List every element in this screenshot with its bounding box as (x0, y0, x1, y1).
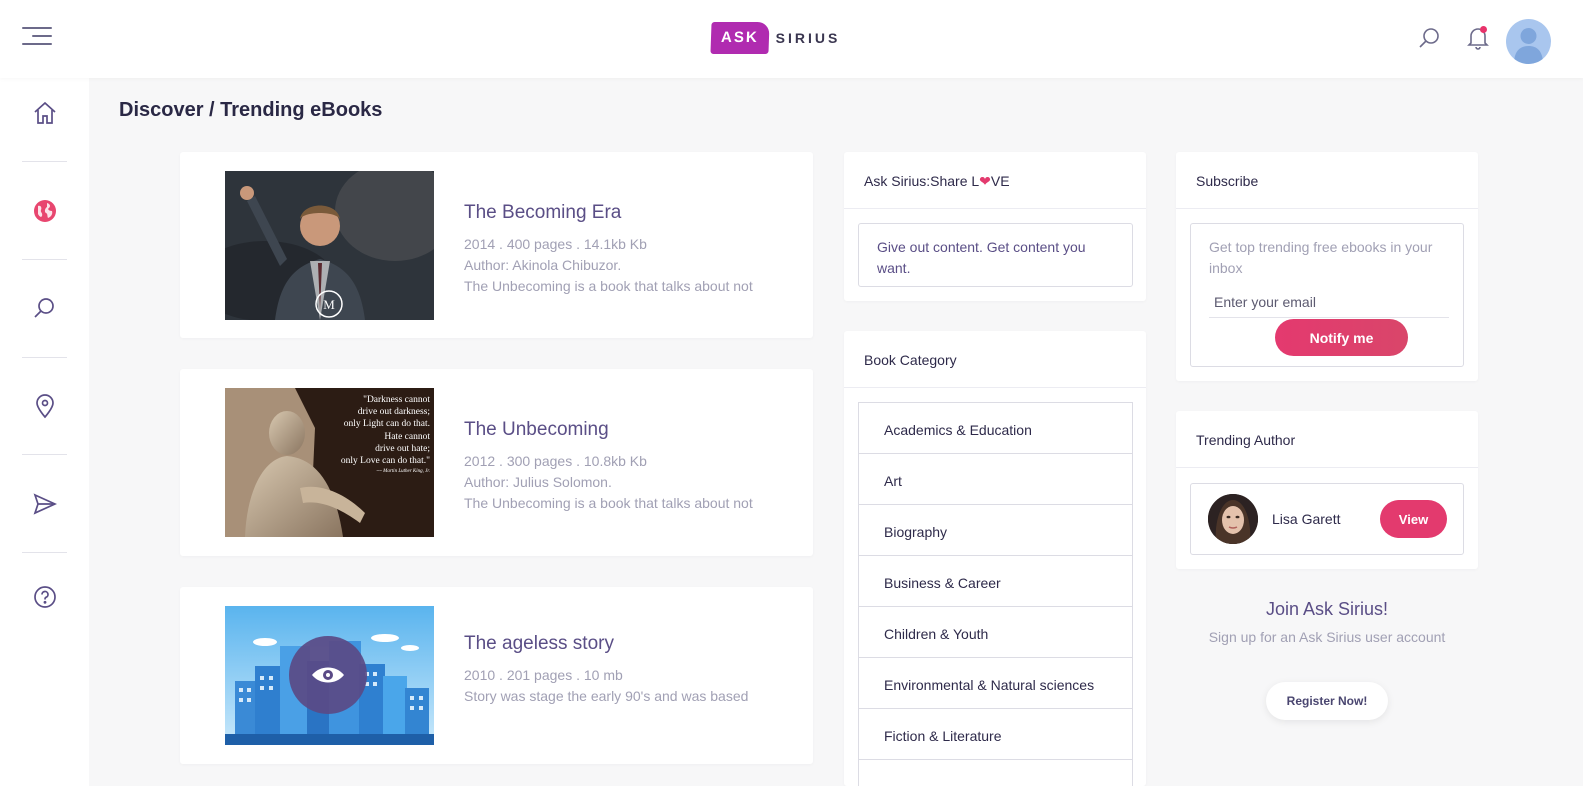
book-category-panel: Book Category Academics & Education Art … (844, 331, 1146, 786)
svg-text:M: M (323, 297, 335, 312)
notification-badge (1480, 26, 1487, 33)
top-header: ASK SIRIUS (0, 0, 1583, 78)
book-meta: 2014 . 400 pages . 14.1kb Kb (464, 236, 647, 252)
page-title: Discover / Trending eBooks (119, 99, 383, 121)
sidebar-item-location[interactable] (22, 371, 67, 441)
user-avatar[interactable] (1506, 19, 1551, 64)
book-info: The Unbecoming 2012 . 300 pages . 10.8kb… (464, 419, 753, 514)
sidebar-divider (22, 552, 67, 553)
author-row: Lisa Garett View (1190, 483, 1464, 555)
sidebar-divider (22, 357, 67, 358)
panel-title-suffix: VE (990, 173, 1010, 189)
panel-header: Ask Sirius:Share L❤VE (844, 152, 1146, 209)
book-card[interactable]: "Darkness cannot drive out darkness; onl… (180, 369, 813, 556)
send-icon (33, 493, 57, 515)
category-item[interactable]: Fiction & Literature (859, 709, 1132, 760)
book-meta: 2010 . 201 pages . 10 mb (464, 667, 623, 683)
home-icon (33, 101, 56, 124)
category-item[interactable]: Art (859, 454, 1132, 505)
sidebar-divider (22, 161, 67, 162)
book-author: Author: Julius Solomon. (464, 474, 612, 490)
sidebar-divider (22, 259, 67, 260)
book-info: The Becoming Era 2014 . 400 pages . 14.1… (464, 202, 753, 297)
search-icon (33, 298, 54, 318)
book-meta: 2012 . 300 pages . 10.8kb Kb (464, 453, 647, 469)
book-description: The Unbecoming is a book that talks abou… (464, 278, 753, 294)
book-description: The Unbecoming is a book that talks abou… (464, 495, 753, 511)
menu-icon[interactable] (22, 24, 52, 48)
category-item[interactable]: Academics & Education (859, 403, 1132, 454)
subscribe-description: Get top trending free ebooks in your inb… (1209, 239, 1433, 276)
join-subtitle: Sign up for an Ask Sirius user account (1208, 629, 1446, 645)
subscribe-box: Get top trending free ebooks in your inb… (1190, 223, 1464, 367)
search-icon[interactable] (1418, 26, 1442, 50)
category-item[interactable]: Biography (859, 505, 1132, 556)
panel-title: Ask Sirius:Share L (864, 173, 980, 189)
sidebar (0, 78, 89, 786)
book-cover-image[interactable] (225, 606, 434, 755)
share-message: Give out content. Get content you want. (858, 223, 1133, 287)
notification-bell-icon[interactable] (1466, 25, 1490, 51)
category-list: Academics & Education Art Biography Busi… (858, 402, 1133, 786)
join-title: Join Ask Sirius! (1265, 599, 1389, 619)
quote-text: "Darkness cannot drive out darkness; onl… (340, 395, 430, 475)
book-author: Author: Akinola Chibuzor. (464, 257, 622, 273)
panel-title: Book Category (864, 352, 957, 368)
category-item[interactable]: Business & Career (859, 556, 1132, 607)
sidebar-item-send[interactable] (22, 469, 67, 539)
email-input[interactable] (1209, 286, 1449, 318)
book-info: The ageless story 2010 . 201 pages . 10 … (464, 633, 748, 707)
heart-icon: ❤ (979, 173, 991, 189)
book-cover-image[interactable]: M (225, 171, 434, 320)
book-card[interactable]: The ageless story 2010 . 201 pages . 10 … (180, 587, 813, 764)
book-title[interactable]: The Unbecoming (464, 419, 753, 441)
notify-me-button[interactable]: Notify me (1275, 319, 1408, 356)
panel-title: Trending Author (1196, 432, 1296, 448)
book-title[interactable]: The Becoming Era (464, 202, 753, 224)
help-icon (33, 586, 56, 608)
category-item[interactable] (859, 760, 1132, 786)
sidebar-divider (22, 454, 67, 455)
author-name[interactable]: Lisa Garett (1272, 511, 1340, 527)
panel-title: Subscribe (1196, 173, 1259, 189)
sidebar-item-discover[interactable] (22, 176, 67, 246)
author-avatar[interactable] (1208, 494, 1258, 544)
category-item[interactable]: Environmental & Natural sciences (859, 658, 1132, 709)
book-cover-image[interactable]: "Darkness cannot drive out darkness; onl… (225, 388, 434, 537)
register-now-button[interactable]: Register Now! (1266, 682, 1388, 720)
panel-header: Trending Author (1176, 411, 1478, 468)
logo[interactable]: ASK SIRIUS (710, 21, 841, 55)
sidebar-item-help[interactable] (22, 562, 67, 632)
view-author-button[interactable]: View (1380, 500, 1447, 538)
panel-header: Book Category (844, 331, 1146, 388)
book-title[interactable]: The ageless story (464, 633, 748, 655)
share-love-panel: Ask Sirius:Share L❤VE Give out content. … (844, 152, 1146, 301)
book-description: Story was stage the early 90's and was b… (464, 688, 749, 704)
sidebar-item-home[interactable] (22, 78, 67, 148)
book-card[interactable]: M The Becoming Era 2014 . 400 pages . 14… (180, 152, 813, 338)
trending-author-panel: Trending Author Lisa Garett View (1176, 411, 1478, 569)
logo-sirius-text: SIRIUS (775, 30, 841, 46)
location-pin-icon (35, 394, 54, 419)
category-item[interactable]: Children & Youth (859, 607, 1132, 658)
sidebar-item-search[interactable] (22, 273, 67, 343)
logo-ask-text: ASK (710, 22, 770, 54)
panel-header: Subscribe (1176, 152, 1478, 209)
subscribe-panel: Subscribe Get top trending free ebooks i… (1176, 152, 1478, 381)
globe-icon (33, 200, 56, 222)
